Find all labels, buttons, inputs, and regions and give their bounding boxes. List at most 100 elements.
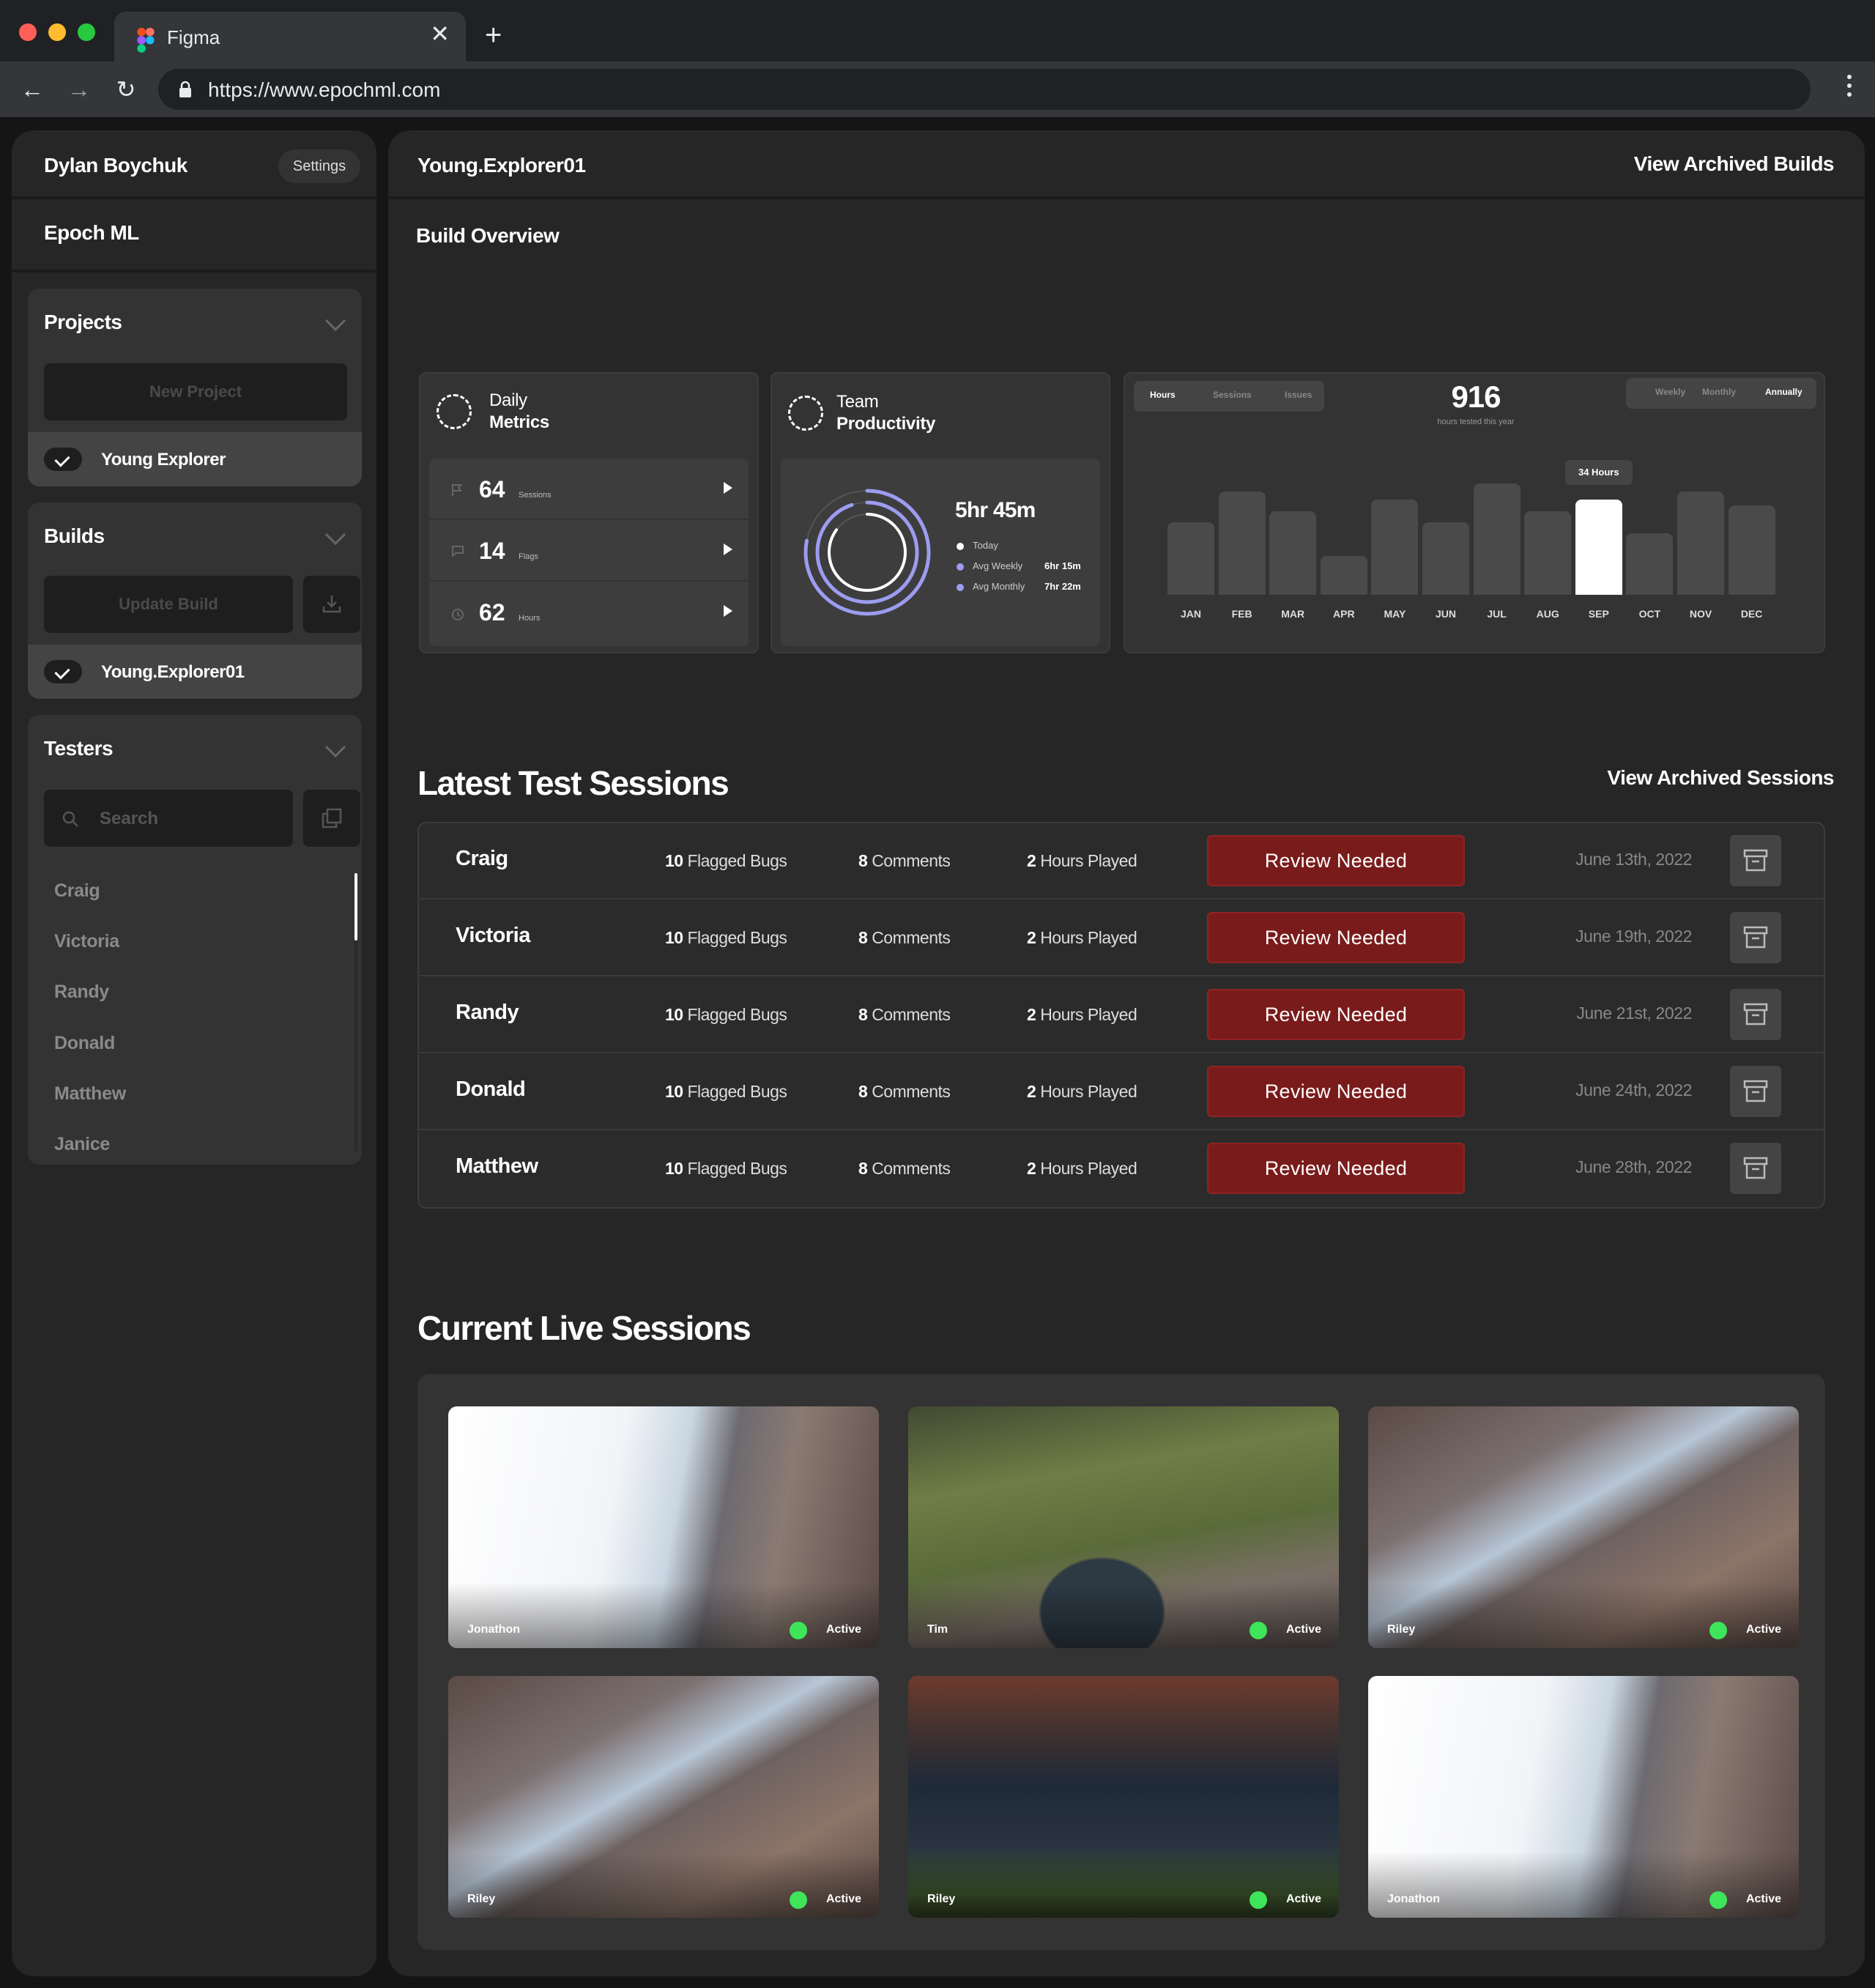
session-tester-name[interactable]: Craig: [456, 847, 508, 871]
minimize-window-button[interactable]: [48, 23, 66, 41]
chevron-down-icon[interactable]: [324, 524, 346, 546]
session-tester-name[interactable]: Randy: [456, 1001, 519, 1025]
bar-feb[interactable]: [1218, 492, 1266, 595]
legend-dot: [957, 543, 964, 550]
table-row[interactable]: Matthew 10 Flagged Bugs 8 Comments 2 Hours …: [419, 1131, 1824, 1207]
build-item-young-explorer01[interactable]: Young.Explorer01: [28, 645, 362, 699]
tester-item[interactable]: Victoria: [54, 931, 119, 952]
chevron-down-icon[interactable]: [324, 310, 346, 332]
bar-jan[interactable]: [1167, 522, 1214, 595]
legend-label: Today: [973, 540, 998, 551]
live-tester-name: Riley: [1387, 1623, 1416, 1636]
session-tester-name[interactable]: Matthew: [456, 1154, 538, 1179]
browser-tab[interactable]: Figma ✕: [114, 12, 466, 62]
metric-row-hours[interactable]: 62 Hours: [429, 582, 749, 643]
review-needed-button[interactable]: Review Needed: [1207, 1066, 1465, 1117]
table-row[interactable]: Victoria 10 Flagged Bugs 8 Comments 2 Hours…: [419, 900, 1824, 976]
table-row[interactable]: Donald 10 Flagged Bugs 8 Comments 2 Hours P…: [419, 1054, 1824, 1130]
live-session-card[interactable]: Riley Active: [1368, 1406, 1799, 1648]
archive-icon: [1743, 849, 1768, 872]
session-tester-name[interactable]: Donald: [456, 1078, 526, 1102]
bar-oct[interactable]: [1626, 533, 1674, 595]
chevron-down-icon[interactable]: [324, 736, 346, 758]
review-needed-button[interactable]: Review Needed: [1207, 1143, 1465, 1194]
active-status-icon: [1709, 1622, 1727, 1639]
reload-icon[interactable]: ↻: [110, 73, 142, 105]
scrollbar-thumb[interactable]: [354, 873, 357, 941]
metric-row-flags[interactable]: 14 Flags: [429, 520, 749, 582]
project-item-young-explorer[interactable]: Young Explorer: [28, 432, 362, 486]
close-window-button[interactable]: [19, 23, 37, 41]
view-archived-sessions-link[interactable]: View Archived Sessions: [1607, 766, 1834, 790]
legend-label: Avg Monthly: [973, 581, 1025, 592]
card-title: Team Productivity: [836, 391, 935, 435]
bar-may[interactable]: [1371, 500, 1419, 595]
bar-dec[interactable]: [1728, 505, 1775, 595]
download-icon: [322, 596, 341, 613]
download-button[interactable]: [303, 576, 360, 633]
bar-jun[interactable]: [1422, 522, 1469, 595]
archive-button[interactable]: [1730, 912, 1781, 963]
view-archived-builds-link[interactable]: View Archived Builds: [1634, 152, 1835, 176]
review-needed-button[interactable]: Review Needed: [1207, 989, 1465, 1040]
session-date: June 28th, 2022: [1575, 1157, 1692, 1176]
live-session-card[interactable]: Jonathon Active: [448, 1406, 879, 1648]
bar-aug[interactable]: [1524, 511, 1572, 595]
session-tester-name[interactable]: Victoria: [456, 924, 530, 948]
legend-value: 6hr 15m: [1044, 560, 1081, 571]
browser-menu-icon[interactable]: [1846, 75, 1853, 104]
copy-button[interactable]: [303, 790, 360, 847]
section-title: Latest Test Sessions: [417, 764, 729, 802]
comments-count: 8 Comments: [858, 851, 951, 870]
testers-title: Testers: [44, 737, 114, 760]
url-field[interactable]: https://www.epochml.com: [158, 69, 1811, 110]
tester-item[interactable]: Craig: [54, 880, 100, 902]
back-arrow-icon[interactable]: ←: [16, 73, 48, 105]
bar-nov[interactable]: [1677, 492, 1724, 595]
productivity-ring-chart: [803, 489, 931, 616]
bar-sep[interactable]: [1575, 500, 1622, 595]
live-session-card[interactable]: Tim Active: [908, 1406, 1339, 1648]
archive-button[interactable]: [1730, 1066, 1781, 1117]
new-project-button[interactable]: New Project: [44, 363, 347, 420]
tester-search-input[interactable]: Search: [44, 790, 293, 847]
check-icon: [44, 448, 82, 471]
live-session-card[interactable]: Riley Active: [908, 1676, 1339, 1918]
session-date: June 19th, 2022: [1575, 927, 1692, 946]
tester-item[interactable]: Randy: [54, 982, 109, 1003]
bar-jul[interactable]: [1473, 483, 1521, 595]
comments-count: 8 Comments: [858, 928, 951, 947]
close-tab-icon[interactable]: ✕: [430, 22, 450, 45]
review-needed-button[interactable]: Review Needed: [1207, 912, 1465, 963]
tester-item[interactable]: Matthew: [54, 1083, 126, 1105]
forward-arrow-icon[interactable]: →: [63, 73, 95, 105]
tester-item[interactable]: Donald: [54, 1033, 115, 1054]
live-tester-name: Tim: [927, 1623, 948, 1636]
live-status-label: Active: [1745, 1623, 1781, 1636]
legend-value: 7hr 22m: [1044, 581, 1081, 592]
archive-button[interactable]: [1730, 1143, 1781, 1194]
bar-mar[interactable]: [1269, 511, 1317, 595]
table-row[interactable]: Randy 10 Flagged Bugs 8 Comments 2 Hours Pl…: [419, 977, 1824, 1053]
metric-value: 62: [479, 599, 505, 626]
metric-row-sessions[interactable]: 64 Sessions: [429, 459, 749, 520]
x-tick-label: FEB: [1231, 608, 1252, 620]
play-arrow-icon: [724, 544, 732, 555]
settings-button[interactable]: Settings: [278, 149, 360, 183]
build-label: Young.Explorer01: [101, 662, 245, 682]
tester-item[interactable]: Janice: [54, 1134, 110, 1155]
review-needed-button[interactable]: Review Needed: [1207, 835, 1465, 886]
table-row[interactable]: Craig 10 Flagged Bugs 8 Comments 2 Hours Pl…: [419, 823, 1824, 900]
live-tester-name: Jonathon: [467, 1623, 520, 1636]
x-tick-label: NOV: [1689, 608, 1712, 620]
archive-button[interactable]: [1730, 835, 1781, 886]
new-tab-icon[interactable]: +: [485, 21, 502, 50]
live-session-card[interactable]: Jonathon Active: [1368, 1676, 1799, 1918]
loading-ring-icon: [437, 394, 472, 429]
live-session-card[interactable]: Riley Active: [448, 1676, 879, 1918]
archive-button[interactable]: [1730, 989, 1781, 1040]
update-build-button[interactable]: Update Build: [44, 576, 293, 633]
divider: [12, 270, 376, 272]
bar-apr[interactable]: [1320, 555, 1367, 595]
maximize-window-button[interactable]: [78, 23, 95, 41]
